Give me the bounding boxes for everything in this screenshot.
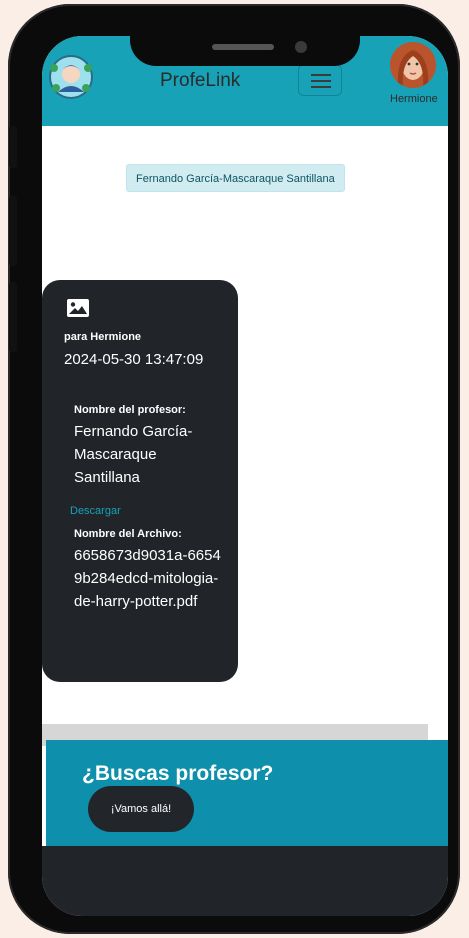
chat-teacher-name: Fernando García-Mascaraque Santillana (126, 164, 345, 192)
phone-side-button (9, 282, 17, 352)
phone-side-button (9, 126, 17, 168)
user-name[interactable]: Hermione (390, 93, 438, 105)
speaker-grille (212, 44, 274, 50)
phone-frame: ProfeLink Hermione Fernando García-Masca… (8, 4, 460, 934)
brand-title[interactable]: ProfeLink (160, 70, 240, 92)
hamburger-icon (311, 74, 331, 76)
screen: ProfeLink Hermione Fernando García-Masca… (42, 36, 448, 916)
cta-title: ¿Buscas profesor? (82, 762, 274, 785)
hamburger-icon (311, 86, 331, 88)
file-name-value: 6658673d9031a-66549b284edcd-mitologia-de… (74, 547, 221, 610)
teacher-name-label: Nombre del profesor: (74, 404, 186, 416)
brand-logo-icon[interactable] (48, 54, 94, 100)
cta-banner: ¿Buscas profesor? ¡Vamos allá! (46, 740, 448, 846)
hamburger-icon (311, 80, 331, 82)
file-name-label: Nombre del Archivo: (74, 528, 182, 540)
message-recipient: para Hermione (64, 331, 142, 343)
cta-button[interactable]: ¡Vamos allá! (88, 786, 194, 832)
phone-notch (130, 22, 360, 66)
menu-toggle-button[interactable] (298, 64, 342, 96)
message-card: para Hermione 2024-05-30 13:47:09 Nombre… (42, 280, 238, 682)
message-timestamp: 2024-05-30 13:47:09 (64, 351, 204, 368)
image-icon[interactable] (66, 298, 90, 318)
teacher-name-value: Fernando García-Mascaraque Santillana (74, 423, 193, 486)
footer (42, 846, 448, 916)
front-camera (295, 41, 307, 53)
phone-side-button (9, 196, 17, 266)
avatar[interactable] (390, 42, 436, 88)
download-link[interactable]: Descargar (70, 505, 121, 517)
